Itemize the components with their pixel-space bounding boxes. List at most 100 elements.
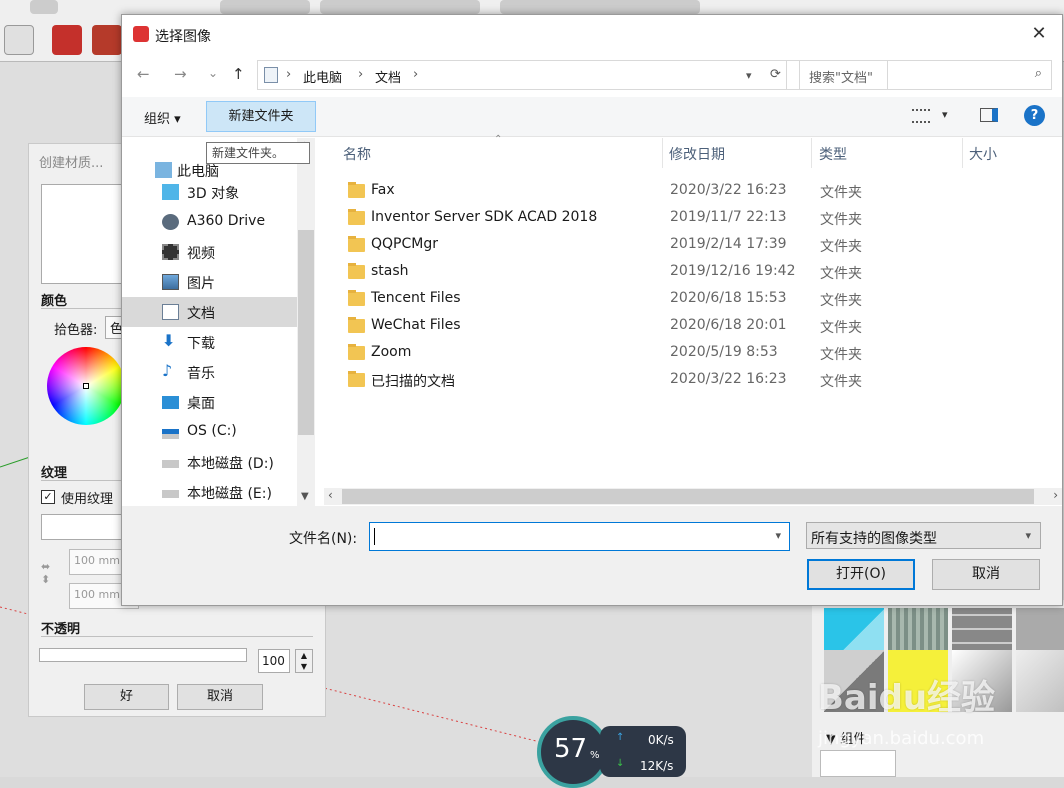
filename-input[interactable]: ▾ <box>369 522 790 551</box>
toolbar-icon[interactable] <box>500 0 700 14</box>
sidebar-item-downloads[interactable]: ⬇ 下载 <box>122 327 297 357</box>
file-row[interactable]: Inventor Server SDK ACAD 2018 2019/11/7 2… <box>339 205 869 232</box>
folder-icon <box>348 290 365 306</box>
toolbar-icon[interactable] <box>220 0 310 14</box>
breadcrumb-documents[interactable]: 文档 <box>375 67 401 86</box>
sidebar-item-disk-d[interactable]: 本地磁盘 (D:) <box>122 447 297 477</box>
file-row[interactable]: Tencent Files 2020/6/18 15:53 文件夹 <box>339 286 869 313</box>
download-arrow-icon: ↓ <box>616 758 625 769</box>
column-header-date[interactable]: 修改日期 <box>669 144 725 164</box>
view-options-icon[interactable] <box>912 109 930 123</box>
disk-icon <box>162 460 179 468</box>
file-row[interactable]: QQPCMgr 2019/2/14 17:39 文件夹 <box>339 232 869 259</box>
material-preview <box>41 184 123 284</box>
sidebar-item-pictures[interactable]: 图片 <box>122 267 297 297</box>
file-row[interactable]: Fax 2020/3/22 16:23 文件夹 <box>339 178 869 205</box>
file-row[interactable]: 已扫描的文档 2020/3/22 16:23 文件夹 <box>339 367 869 394</box>
new-folder-button[interactable]: 新建文件夹 <box>206 101 316 132</box>
app-logo-icon <box>133 26 149 42</box>
folder-icon <box>348 263 365 279</box>
file-name: QQPCMgr <box>371 236 438 252</box>
filetype-select[interactable]: 所有支持的图像类型 ▾ <box>806 522 1041 549</box>
sidebar-item-documents[interactable]: 文档 <box>122 297 297 327</box>
wheel-cursor[interactable] <box>83 383 89 389</box>
zoom-extents-icon[interactable] <box>4 25 34 55</box>
sidebar-item-videos[interactable]: 视频 <box>122 237 297 267</box>
breadcrumb-this-pc[interactable]: 此电脑 <box>303 67 342 86</box>
scroll-down-icon[interactable]: ▼ <box>301 491 309 502</box>
sidebar-item-os-c[interactable]: OS (C:) <box>122 417 297 447</box>
recent-locations-icon[interactable]: ⌄ <box>208 66 218 80</box>
opacity-spinner[interactable]: ▲ ▼ <box>295 649 313 673</box>
opacity-heading: 不透明 <box>41 622 81 637</box>
folder-icon <box>348 182 365 198</box>
refresh-button[interactable]: ⟳ <box>765 60 787 90</box>
organize-menu[interactable]: 组织 ▾ <box>144 108 181 127</box>
component-thumbnail[interactable] <box>820 750 896 777</box>
column-divider[interactable] <box>662 138 663 168</box>
cancel-button[interactable]: 取消 <box>177 684 263 710</box>
help-button[interactable]: ? <box>1024 105 1045 126</box>
column-divider[interactable] <box>811 138 812 168</box>
gauge-percent: 57 <box>554 734 588 764</box>
folder-icon <box>348 317 365 333</box>
preview-pane-icon[interactable] <box>980 108 998 122</box>
close-button[interactable]: ✕ <box>1016 15 1062 53</box>
sidebar-item-disk-e[interactable]: 本地磁盘 (E:) <box>122 477 297 506</box>
up-arrow-icon[interactable]: ↑ <box>232 65 245 83</box>
sketchup-icon[interactable] <box>52 25 82 55</box>
column-divider[interactable] <box>962 138 963 168</box>
navigation-row: ← → ⌄ ↑ › 此电脑 › 文档 › ▾ ⟳ 搜索"文档" ⌕ <box>122 53 1062 97</box>
picker-label: 拾色器: <box>54 323 98 338</box>
file-date: 2020/3/22 16:23 <box>670 182 787 198</box>
toolbar-icon[interactable] <box>30 0 58 14</box>
link-icon[interactable]: ⬌ ⬍ <box>41 560 50 586</box>
file-row[interactable]: WeChat Files 2020/6/18 20:01 文件夹 <box>339 313 869 340</box>
folder-icon <box>348 344 365 360</box>
chevron-down-icon[interactable]: ▾ <box>775 529 781 542</box>
chevron-down-icon[interactable]: ▾ <box>942 108 948 121</box>
sidebar-item-desktop[interactable]: 桌面 <box>122 387 297 417</box>
file-type: 文件夹 <box>820 239 862 255</box>
network-speed-widget: ↑ 0K/s ↓ 12K/s <box>600 726 686 777</box>
extension-icon[interactable] <box>92 25 122 55</box>
color-heading: 颜色 <box>41 294 68 309</box>
search-icon[interactable]: ⌕ <box>1035 66 1042 81</box>
color-wheel[interactable] <box>47 347 125 425</box>
sidebar-item-a360-drive[interactable]: A360 Drive <box>122 207 297 237</box>
toolbar-icon[interactable] <box>320 0 480 14</box>
file-name: Inventor Server SDK ACAD 2018 <box>371 209 598 225</box>
column-header-type[interactable]: 类型 <box>819 144 847 164</box>
file-type: 文件夹 <box>820 212 862 228</box>
scroll-left-icon[interactable]: ‹ <box>328 488 333 502</box>
watermark: Baidu经验 <box>818 670 1018 719</box>
file-row[interactable]: stash 2019/12/16 19:42 文件夹 <box>339 259 869 286</box>
column-header-name[interactable]: 名称 <box>343 144 371 164</box>
opacity-input[interactable]: 100 <box>258 649 290 673</box>
watermark-url: jingyan.baidu.com <box>818 728 985 749</box>
chevron-down-icon[interactable]: ▾ <box>1025 529 1031 542</box>
sidebar-item-3d-objects[interactable]: 3D 对象 <box>122 177 297 207</box>
search-input[interactable]: 搜索"文档" ⌕ <box>799 60 1052 90</box>
back-arrow-icon[interactable]: ← <box>137 65 150 83</box>
file-name: Zoom <box>371 344 412 360</box>
cancel-button[interactable]: 取消 <box>932 559 1040 590</box>
breadcrumb-separator-icon: › <box>413 67 419 82</box>
column-header-size[interactable]: 大小 <box>969 144 997 164</box>
open-button[interactable]: 打开(O) <box>807 559 915 590</box>
sidebar-item-music[interactable]: ♪ 音乐 <box>122 357 297 387</box>
scroll-right-icon[interactable]: › <box>1053 488 1058 502</box>
ok-button[interactable]: 好 <box>84 684 169 710</box>
use-texture-checkbox[interactable]: ✓ <box>41 490 55 504</box>
file-row[interactable]: Zoom 2020/5/19 8:53 文件夹 <box>339 340 869 367</box>
horizontal-scroll-thumb[interactable] <box>342 489 1034 504</box>
texture-path-input[interactable] <box>41 514 125 540</box>
navigation-scroll-thumb[interactable] <box>298 230 314 435</box>
texture-heading: 纹理 <box>41 466 68 481</box>
chevron-down-icon[interactable]: ▾ <box>746 69 752 82</box>
opacity-slider[interactable] <box>39 648 247 662</box>
forward-arrow-icon[interactable]: → <box>174 65 187 83</box>
address-bar[interactable]: › 此电脑 › 文档 › ▾ <box>257 60 888 90</box>
text-caret <box>374 528 375 545</box>
material-tile[interactable] <box>1016 650 1064 712</box>
